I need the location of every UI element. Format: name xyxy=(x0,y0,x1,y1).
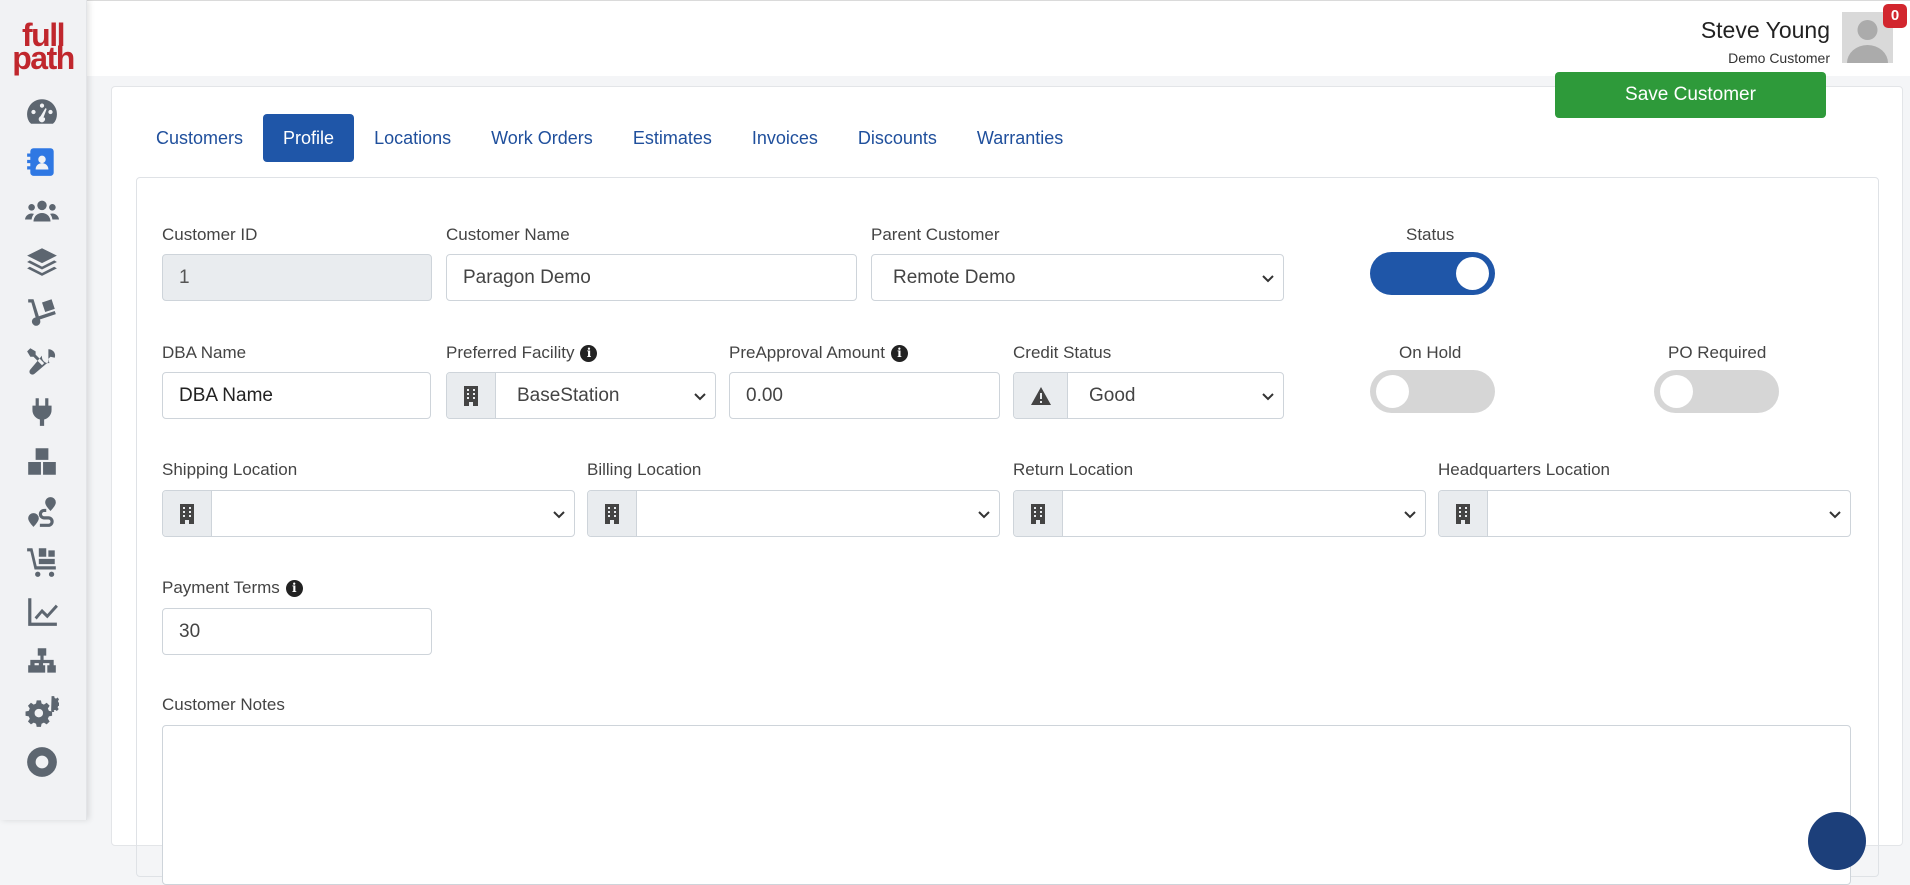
chevron-down-icon xyxy=(1253,389,1283,403)
headquarters-location-select[interactable] xyxy=(1438,490,1851,537)
tab-estimates[interactable]: Estimates xyxy=(613,114,732,162)
payment-terms-label: Payment Terms i xyxy=(162,578,303,598)
shipping-location-label: Shipping Location xyxy=(162,460,298,479)
dolly-icon[interactable] xyxy=(20,292,64,332)
headquarters-location-label: Headquarters Location xyxy=(1438,460,1611,479)
top-bar: Steve Young Demo Customer 0 xyxy=(87,0,1910,76)
chevron-down-icon xyxy=(969,507,999,521)
building-icon xyxy=(163,491,212,536)
preferred-facility-label-text: Preferred Facility xyxy=(446,343,575,362)
status-toggle[interactable] xyxy=(1370,252,1495,295)
tools-icon[interactable] xyxy=(20,342,64,382)
user-role: Demo Customer xyxy=(1728,50,1830,66)
shipping-location-select[interactable] xyxy=(162,490,575,537)
credit-status-label: Credit Status xyxy=(1013,343,1112,362)
parent-customer-select[interactable]: Remote Demo xyxy=(871,254,1284,301)
help-chat-button[interactable] xyxy=(1808,812,1866,870)
po-required-label: PO Required xyxy=(1668,343,1767,362)
toggle-knob xyxy=(1660,375,1693,408)
preferred-facility-value: BaseStation xyxy=(517,384,620,406)
sitemap-icon[interactable] xyxy=(20,642,64,682)
customer-notes-textarea[interactable] xyxy=(162,725,1851,885)
on-hold-label: On Hold xyxy=(1399,343,1462,362)
chart-line-icon[interactable] xyxy=(20,592,64,632)
return-location-select[interactable] xyxy=(1013,490,1426,537)
users-icon[interactable] xyxy=(20,192,64,232)
dashboard-icon[interactable] xyxy=(20,92,64,132)
dba-name-label: DBA Name xyxy=(162,343,247,362)
toggle-knob xyxy=(1376,375,1409,408)
preapproval-amount-label: PreApproval Amount i xyxy=(729,343,908,363)
tab-bar: Customers Profile Locations Work Orders … xyxy=(136,114,1083,162)
billing-location-label: Billing Location xyxy=(587,460,702,479)
chevron-down-icon xyxy=(1395,507,1425,521)
preferred-facility-select[interactable]: BaseStation xyxy=(446,372,716,419)
customer-name-field[interactable]: Paragon Demo xyxy=(446,254,857,301)
fullpath-logo[interactable]: full path xyxy=(8,19,78,76)
billing-location-select[interactable] xyxy=(587,490,1000,537)
tab-locations[interactable]: Locations xyxy=(354,114,471,162)
toggle-knob xyxy=(1456,257,1489,290)
tab-customers[interactable]: Customers xyxy=(136,114,263,162)
tab-work-orders[interactable]: Work Orders xyxy=(471,114,613,162)
info-icon[interactable]: i xyxy=(890,344,908,362)
dba-name-field[interactable]: DBA Name xyxy=(162,372,431,419)
customer-id-label: Customer ID xyxy=(162,225,258,244)
preferred-facility-label: Preferred Facility i xyxy=(446,343,598,363)
boxes-icon[interactable] xyxy=(20,442,64,482)
preapproval-amount-field[interactable]: 0.00 xyxy=(729,372,1000,419)
warning-icon xyxy=(1014,373,1068,418)
building-icon xyxy=(1014,491,1063,536)
customer-notes-label: Customer Notes xyxy=(162,695,285,714)
gears-icon[interactable] xyxy=(20,692,64,732)
logo-line-2: path xyxy=(12,40,75,76)
layers-icon[interactable] xyxy=(20,242,64,282)
route-icon[interactable] xyxy=(20,492,64,532)
info-icon[interactable]: i xyxy=(285,579,303,597)
credit-status-select[interactable]: Good xyxy=(1013,372,1284,419)
chevron-down-icon xyxy=(544,507,574,521)
status-label: Status xyxy=(1406,225,1455,244)
on-hold-toggle[interactable] xyxy=(1370,370,1495,413)
chevron-down-icon xyxy=(1253,271,1283,285)
notification-badge[interactable]: 0 xyxy=(1883,4,1907,28)
po-required-toggle[interactable] xyxy=(1654,370,1779,413)
plug-icon[interactable] xyxy=(20,392,64,432)
credit-status-value: Good xyxy=(1089,384,1136,406)
payment-terms-field[interactable]: 30 xyxy=(162,608,432,655)
customer-id-field: 1 xyxy=(162,254,432,301)
tab-warranties[interactable]: Warranties xyxy=(957,114,1083,162)
building-icon xyxy=(447,373,496,418)
cart-flatbed-icon[interactable] xyxy=(20,542,64,582)
parent-customer-value: Remote Demo xyxy=(893,266,1016,288)
payment-terms-label-text: Payment Terms xyxy=(162,578,280,597)
save-customer-button[interactable]: Save Customer xyxy=(1555,72,1826,118)
chevron-down-icon xyxy=(685,389,715,403)
customer-profile-form: Customer ID 1 Customer Name Paragon Demo… xyxy=(136,177,1879,885)
building-icon xyxy=(588,491,637,536)
tab-invoices[interactable]: Invoices xyxy=(732,114,838,162)
main-card: Customers Profile Locations Work Orders … xyxy=(111,86,1903,885)
tab-profile[interactable]: Profile xyxy=(263,114,355,162)
parent-customer-label: Parent Customer xyxy=(871,225,1000,244)
info-icon[interactable]: i xyxy=(580,344,598,362)
customer-name-label: Customer Name xyxy=(446,225,570,244)
sidebar: full path xyxy=(0,0,87,820)
building-icon xyxy=(1439,491,1488,536)
life-ring-icon[interactable] xyxy=(20,742,64,782)
user-name[interactable]: Steve Young xyxy=(1701,17,1830,44)
chevron-down-icon xyxy=(1820,507,1850,521)
return-location-label: Return Location xyxy=(1013,460,1134,479)
preapproval-amount-label-text: PreApproval Amount xyxy=(729,343,885,362)
contact-book-icon[interactable] xyxy=(20,142,64,182)
tab-discounts[interactable]: Discounts xyxy=(838,114,957,162)
